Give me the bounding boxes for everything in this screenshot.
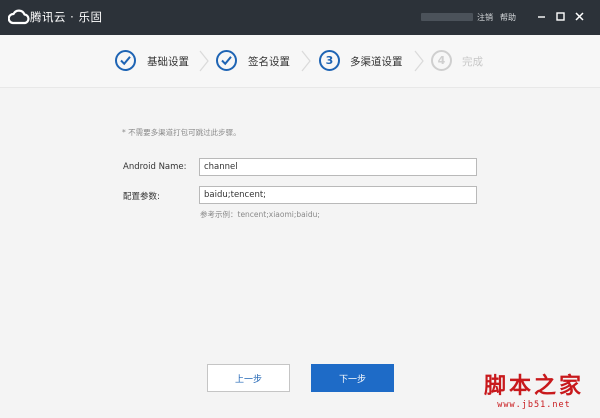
- check-icon: [221, 56, 232, 66]
- watermark-title: 脚本之家: [483, 373, 584, 399]
- step-2-indicator: [216, 50, 237, 71]
- check-icon: [120, 56, 131, 66]
- wizard-steps: 基础设置 签名设置 3 多渠道设置 4 完成: [0, 35, 600, 88]
- skip-note: * 不需要多渠道打包可跳过此步骤。: [122, 128, 241, 137]
- step-3-label: 多渠道设置: [350, 56, 403, 68]
- maximize-icon[interactable]: [555, 11, 566, 22]
- chevron-right-icon: [414, 50, 424, 72]
- example-hint: 参考示例：tencent;xiaomi;baidu;: [200, 210, 320, 219]
- step-1-label: 基础设置: [147, 56, 189, 68]
- previous-step-button[interactable]: 上一步: [207, 364, 290, 392]
- step-4-indicator: 4: [431, 50, 452, 71]
- chevron-right-icon: [301, 50, 311, 72]
- app-title: 腾讯云 · 乐固: [30, 10, 103, 24]
- chevron-right-icon: [199, 50, 209, 72]
- logout-link[interactable]: 注销: [477, 12, 493, 23]
- config-params-input[interactable]: [199, 186, 477, 204]
- config-params-label: 配置参数:: [123, 192, 160, 202]
- android-name-input[interactable]: [199, 158, 477, 176]
- watermark-url: www.jb51.net: [497, 400, 571, 410]
- step-2-label: 签名设置: [248, 56, 290, 68]
- step-4-label: 完成: [462, 56, 483, 68]
- step-3-indicator: 3: [319, 50, 340, 71]
- title-bar: 腾讯云 · 乐固 注销 帮助: [0, 0, 600, 35]
- step-1-indicator: [115, 50, 136, 71]
- cloud-icon: [8, 9, 30, 25]
- next-step-button[interactable]: 下一步: [311, 364, 394, 392]
- close-icon[interactable]: [574, 11, 585, 22]
- site-watermark: 脚本之家 www.jb51.net: [472, 368, 596, 414]
- android-name-label: Android Name:: [123, 162, 187, 172]
- minimize-icon[interactable]: [536, 11, 547, 22]
- help-link[interactable]: 帮助: [500, 12, 516, 23]
- username-masked: [421, 13, 473, 21]
